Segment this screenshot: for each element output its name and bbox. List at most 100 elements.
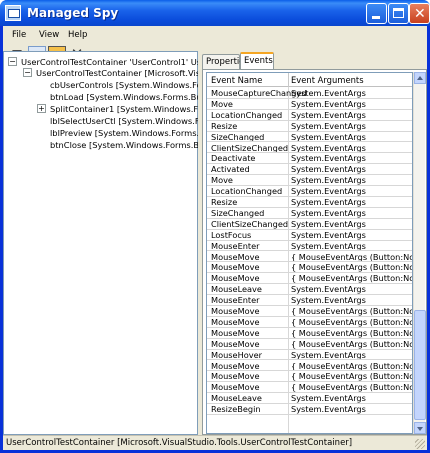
scroll-down-icon[interactable] [414,422,426,434]
event-name-cell: MouseMove [211,338,260,349]
event-name-cell: MouseMove [211,327,260,338]
scroll-thumb[interactable] [414,310,426,420]
table-row[interactable]: ClientSizeChanged System.EventArgs [207,142,412,154]
table-row[interactable]: MouseMove { MouseEventArgs (Button:None C… [207,316,412,328]
tree-node-collapse-icon[interactable]: − [23,68,32,77]
events-grid[interactable]: Event Name Event Arguments MouseCaptureC… [206,72,413,434]
tab-events[interactable]: Events [240,52,274,69]
table-row[interactable]: SizeChanged System.EventArgs [207,131,412,143]
event-arguments-cell: System.EventArgs [291,98,366,109]
grid-header: Event Name Event Arguments [207,73,412,87]
column-divider[interactable] [288,73,289,87]
table-row[interactable]: MouseLeave System.EventArgs [207,393,412,405]
table-row[interactable]: MouseMove { MouseEventArgs (Button:None C… [207,306,412,317]
table-row[interactable]: LostFocus System.EventArgs [207,230,412,241]
column-header-event-name[interactable]: Event Name [211,75,262,85]
event-arguments-cell: System.EventArgs [291,109,366,120]
event-name-cell: MouseMove [211,316,260,327]
table-row[interactable]: LocationChanged System.EventArgs [207,109,412,121]
menu-bar: File View Help [3,26,427,44]
table-row[interactable]: MouseMove { MouseEventArgs (Button:None C… [207,273,412,285]
window-title: Managed Spy [27,6,119,20]
menu-file[interactable]: File [12,30,26,40]
event-arguments-cell: { MouseEventArgs (Button:None Click: [291,251,412,262]
event-arguments-cell: System.EventArgs [291,131,366,142]
app-icon [5,5,21,21]
table-row[interactable]: Move System.EventArgs [207,175,412,187]
table-row[interactable]: MouseHover System.EventArgs [207,349,412,361]
table-row[interactable]: MouseMove { MouseEventArgs (Button:None C… [207,251,412,263]
event-arguments-cell: { MouseEventArgs (Button:None Click: [291,338,412,349]
event-name-cell: Move [211,175,233,186]
title-bar[interactable]: Managed Spy ✕ [0,0,430,26]
status-text: UserControlTestContainer [Microsoft.Visu… [6,438,353,448]
event-arguments-cell: System.EventArgs [291,142,366,153]
close-button[interactable]: ✕ [409,3,430,24]
table-row[interactable]: MouseCaptureChanged System.EventArgs [207,88,412,99]
maximize-button[interactable] [388,3,409,24]
events-tab-body: Event Name Event Arguments MouseCaptureC… [202,69,427,435]
event-name-cell: LocationChanged [211,109,283,120]
control-tree[interactable]: − UserControlTestContainer 'UserControl1… [3,51,240,435]
table-row[interactable]: MouseMove { MouseEventArgs (Button:None C… [207,360,412,372]
event-arguments-cell: { MouseEventArgs (Button:None Click: [291,327,412,338]
event-name-cell: Resize [211,120,238,131]
scroll-up-icon[interactable] [414,72,426,84]
event-arguments-cell: { MouseEventArgs (Button:None Click: [291,262,412,273]
event-name-cell: Resize [211,197,238,207]
table-row[interactable]: MouseMove { MouseEventArgs (Button:None C… [207,382,412,394]
table-row[interactable]: MouseMove { MouseEventArgs (Button:None C… [207,262,412,274]
event-arguments-cell: { MouseEventArgs (Button:None Click: [291,316,412,327]
event-arguments-cell: { MouseEventArgs (Button:None Click: [291,371,412,382]
table-row[interactable]: MouseLeave System.EventArgs [207,284,412,296]
table-row[interactable]: Resize System.EventArgs [207,120,412,132]
event-arguments-cell: { MouseEventArgs (Button:None Click: [291,306,412,316]
table-row[interactable]: MouseEnter System.EventArgs [207,240,412,252]
event-arguments-cell: System.EventArgs [291,218,366,229]
menu-view[interactable]: View [39,30,59,40]
table-row[interactable]: MouseMove { MouseEventArgs (Button:None C… [207,338,412,350]
table-row[interactable]: Move System.EventArgs [207,98,412,110]
event-name-cell: MouseMove [211,360,260,371]
event-name-cell: ClientSizeChanged [211,142,289,153]
content-panes: − UserControlTestContainer 'UserControl1… [3,51,427,435]
event-name-cell: ClientSizeChanged [211,218,289,229]
tree-node-btnload[interactable]: btnLoad [System.Windows.Forms.Button] [50,92,222,102]
resize-grip-icon[interactable] [415,439,425,449]
minimize-button[interactable] [366,3,387,24]
events-scrollbar[interactable] [413,72,426,434]
event-name-cell: MouseMove [211,251,260,262]
event-name-cell: MouseMove [211,262,260,273]
table-row[interactable]: MouseMove { MouseEventArgs (Button:None C… [207,327,412,339]
table-row[interactable]: MouseEnter System.EventArgs [207,295,412,306]
table-row[interactable]: Activated System.EventArgs [207,164,412,176]
event-arguments-cell: System.EventArgs [291,207,366,218]
event-arguments-cell: System.EventArgs [291,393,366,404]
event-name-cell: MouseEnter [211,240,260,251]
tree-root-collapse-icon[interactable]: − [8,57,17,66]
event-arguments-cell: System.EventArgs [291,153,366,164]
event-arguments-cell: System.EventArgs [291,164,366,175]
table-row[interactable]: ResizeBegin System.EventArgs [207,404,412,415]
event-name-cell: MouseLeave [211,284,262,295]
event-name-cell: MouseMove [211,273,260,284]
table-row[interactable]: ClientSizeChanged System.EventArgs [207,218,412,230]
table-row[interactable]: SizeChanged System.EventArgs [207,207,412,219]
event-arguments-cell: System.EventArgs [291,240,366,251]
details-pane: Properties Events Event Name Event Argum… [202,52,427,435]
event-name-cell: SizeChanged [211,131,265,142]
column-header-event-arguments[interactable]: Event Arguments [291,75,364,85]
event-name-cell: MouseMove [211,371,260,382]
menu-help[interactable]: Help [68,30,87,40]
main-window: Managed Spy ✕ File View Help ✕ − UserCon… [0,0,430,453]
event-arguments-cell: System.EventArgs [291,186,366,197]
table-row[interactable]: LocationChanged System.EventArgs [207,186,412,197]
tab-properties[interactable]: Properties [202,54,249,69]
table-row[interactable]: MouseMove { MouseEventArgs (Button:None C… [207,371,412,383]
table-row[interactable]: Resize System.EventArgs [207,197,412,208]
tree-node-expand-icon[interactable]: + [37,104,46,113]
status-bar: UserControlTestContainer [Microsoft.Visu… [3,435,427,450]
event-arguments-cell: { MouseEventArgs (Button:None Click: [291,273,412,284]
table-row[interactable]: Deactivate System.EventArgs [207,153,412,165]
event-arguments-cell: System.EventArgs [291,349,366,360]
